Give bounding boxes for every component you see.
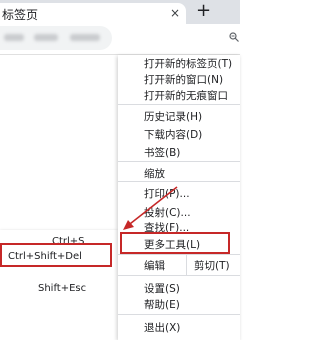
menu-bookmarks[interactable]: 书签(B) [144, 145, 180, 160]
chrome-menu: 打开新的标签页(T) 打开新的窗口(N) 打开新的无痕窗口 历史记录(H) 下载… [118, 55, 240, 340]
divider [118, 275, 240, 276]
clear-data-highlight [0, 243, 112, 267]
more-tools-highlight [120, 232, 230, 254]
tab-strip: 标签页 × + [0, 0, 240, 24]
divider [118, 181, 240, 182]
menu-cut[interactable]: 剪切(T) [194, 258, 230, 273]
address-bar[interactable] [0, 26, 112, 50]
zoom-icon[interactable] [229, 32, 239, 42]
divider [118, 104, 240, 105]
menu-incognito[interactable]: 打开新的无痕窗口 [144, 88, 228, 103]
menu-print[interactable]: 打印(P)... [144, 186, 190, 201]
blurred-text [70, 34, 100, 41]
task-manager-shortcut[interactable]: Shift+Esc [38, 283, 86, 294]
menu-settings[interactable]: 设置(S) [144, 281, 180, 296]
menu-new-tab[interactable]: 打开新的标签页(T) [144, 56, 232, 71]
menu-downloads[interactable]: 下载内容(D) [144, 127, 202, 142]
divider [186, 255, 187, 275]
menu-history[interactable]: 历史记录(H) [144, 109, 202, 124]
blurred-text [4, 34, 24, 41]
menu-new-window[interactable]: 打开新的窗口(N) [144, 72, 223, 87]
tab-title: 标签页 [2, 8, 39, 22]
divider [118, 254, 240, 255]
blurred-text [34, 34, 58, 41]
menu-exit[interactable]: 退出(X) [144, 320, 180, 335]
divider [118, 314, 240, 315]
divider [118, 161, 240, 162]
menu-zoom[interactable]: 缩放 [144, 166, 165, 181]
menu-help[interactable]: 帮助(E) [144, 297, 180, 312]
menu-edit-label: 编辑 [144, 260, 165, 272]
new-tab-button[interactable]: + [196, 0, 211, 22]
active-tab[interactable]: 标签页 × [0, 3, 186, 24]
toolbar [0, 24, 240, 55]
menu-cast[interactable]: 投射(C)... [144, 205, 191, 220]
close-tab-icon[interactable]: × [170, 6, 180, 20]
